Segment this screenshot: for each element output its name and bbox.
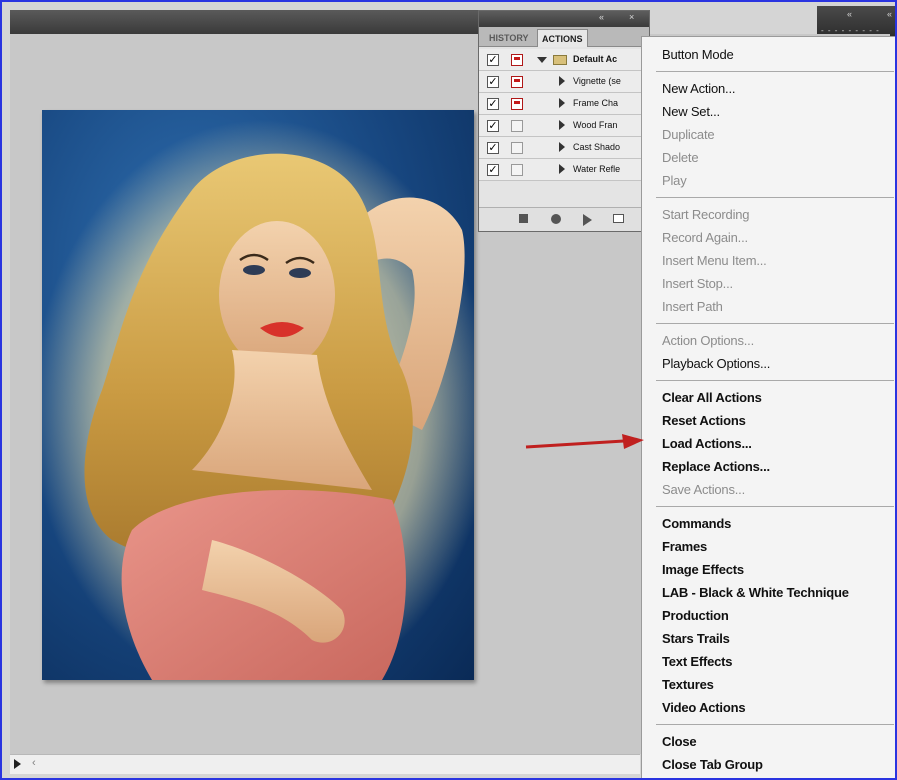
menu-item-play[interactable]: Play bbox=[662, 173, 687, 188]
stop-icon[interactable] bbox=[519, 214, 528, 223]
document-image bbox=[42, 110, 474, 680]
menu-item-insert-menu-item[interactable]: Insert Menu Item... bbox=[662, 253, 767, 268]
collapse-icon[interactable]: « bbox=[847, 9, 852, 19]
menu-item-replace-actions[interactable]: Replace Actions... bbox=[662, 459, 770, 474]
menu-item-video-actions[interactable]: Video Actions bbox=[662, 700, 746, 715]
menu-separator bbox=[656, 71, 894, 72]
menu-item-clear-all-actions[interactable]: Clear All Actions bbox=[662, 390, 762, 405]
menu-separator bbox=[656, 724, 894, 725]
menu-item-image-effects[interactable]: Image Effects bbox=[662, 562, 744, 577]
menu-item-record-again[interactable]: Record Again... bbox=[662, 230, 748, 245]
scroll-left-arrow-icon[interactable]: ‹ bbox=[32, 757, 36, 769]
dialog-toggle[interactable] bbox=[511, 54, 523, 66]
panel-header: « × bbox=[479, 11, 649, 27]
collapsed-panel-dock[interactable]: « « - - - - - - - - - bbox=[817, 6, 895, 36]
collapsed-triangle-icon[interactable] bbox=[559, 76, 565, 86]
panel-collapse-icon[interactable]: « bbox=[599, 12, 604, 22]
dialog-toggle[interactable] bbox=[511, 98, 523, 110]
annotation-arrow-icon bbox=[525, 434, 644, 449]
action-row[interactable]: ✓ Cast Shado bbox=[479, 137, 651, 159]
action-row[interactable]: ✓ Wood Fran bbox=[479, 115, 651, 137]
menu-item-new-action[interactable]: New Action... bbox=[662, 81, 735, 96]
menu-item-action-options[interactable]: Action Options... bbox=[662, 333, 754, 348]
include-checkbox[interactable]: ✓ bbox=[487, 164, 499, 176]
dialog-toggle[interactable] bbox=[511, 142, 523, 154]
record-icon[interactable] bbox=[551, 214, 561, 224]
collapsed-triangle-icon[interactable] bbox=[559, 164, 565, 174]
menu-item-frames[interactable]: Frames bbox=[662, 539, 707, 554]
action-row[interactable]: ✓ Water Refle bbox=[479, 159, 651, 181]
scroll-right-arrow-icon[interactable] bbox=[14, 759, 21, 769]
include-checkbox[interactable]: ✓ bbox=[487, 76, 499, 88]
panel-tabs: HISTORY ACTIONS bbox=[479, 27, 649, 47]
dialog-toggle[interactable] bbox=[511, 120, 523, 132]
actions-panel-menu: Button Mode New Action... New Set... Dup… bbox=[641, 36, 895, 778]
menu-item-close[interactable]: Close bbox=[662, 734, 697, 749]
expand-triangle-icon[interactable] bbox=[537, 57, 547, 63]
photoshop-window: « « - - - - - - - - - ‹ « × HISTORY ACTI… bbox=[0, 0, 897, 780]
collapse-icon-2[interactable]: « bbox=[887, 9, 892, 19]
menu-item-insert-path[interactable]: Insert Path bbox=[662, 299, 723, 314]
actions-panel: « × HISTORY ACTIONS ✓ Default Ac ✓ Vigne… bbox=[478, 10, 651, 232]
panel-footer bbox=[479, 207, 651, 231]
dialog-toggle[interactable] bbox=[511, 164, 523, 176]
menu-item-production[interactable]: Production bbox=[662, 608, 729, 623]
menu-separator bbox=[656, 506, 894, 507]
play-icon[interactable] bbox=[583, 214, 592, 226]
action-name: Wood Fran bbox=[573, 120, 618, 130]
action-name: Cast Shado bbox=[573, 142, 621, 152]
menu-item-insert-stop[interactable]: Insert Stop... bbox=[662, 276, 733, 291]
include-checkbox[interactable]: ✓ bbox=[487, 120, 499, 132]
tab-actions[interactable]: ACTIONS bbox=[537, 29, 588, 47]
action-row[interactable]: ✓ Frame Cha bbox=[479, 93, 651, 115]
menu-item-new-set[interactable]: New Set... bbox=[662, 104, 720, 119]
menu-item-load-actions[interactable]: Load Actions... bbox=[662, 436, 752, 451]
panel-close-icon[interactable]: × bbox=[629, 12, 634, 22]
action-row[interactable]: ✓ Vignette (se bbox=[479, 71, 651, 93]
include-checkbox[interactable]: ✓ bbox=[487, 98, 499, 110]
action-set-name: Default Ac bbox=[573, 54, 618, 64]
dialog-toggle[interactable] bbox=[511, 76, 523, 88]
collapsed-triangle-icon[interactable] bbox=[559, 120, 565, 130]
menu-item-lab-bw-technique[interactable]: LAB - Black & White Technique bbox=[662, 585, 849, 600]
menu-item-start-recording[interactable]: Start Recording bbox=[662, 207, 750, 222]
action-name: Water Refle bbox=[573, 164, 621, 174]
include-checkbox[interactable]: ✓ bbox=[487, 54, 499, 66]
menu-item-reset-actions[interactable]: Reset Actions bbox=[662, 413, 746, 428]
menu-item-duplicate[interactable]: Duplicate bbox=[662, 127, 715, 142]
menu-item-close-tab-group[interactable]: Close Tab Group bbox=[662, 757, 763, 772]
menu-item-text-effects[interactable]: Text Effects bbox=[662, 654, 733, 669]
document-title-bar bbox=[10, 10, 480, 34]
menu-item-delete[interactable]: Delete bbox=[662, 150, 699, 165]
collapsed-triangle-icon[interactable] bbox=[559, 98, 565, 108]
portrait-photo bbox=[42, 120, 474, 680]
collapsed-triangle-icon[interactable] bbox=[559, 142, 565, 152]
menu-separator bbox=[656, 323, 894, 324]
menu-separator bbox=[656, 197, 894, 198]
menu-item-save-actions[interactable]: Save Actions... bbox=[662, 482, 745, 497]
action-name: Vignette (se bbox=[573, 76, 621, 86]
menu-item-stars-trails[interactable]: Stars Trails bbox=[662, 631, 730, 646]
action-set-row[interactable]: ✓ Default Ac bbox=[479, 49, 651, 71]
action-name: Frame Cha bbox=[573, 98, 619, 108]
menu-item-button-mode[interactable]: Button Mode bbox=[662, 47, 734, 62]
menu-item-textures[interactable]: Textures bbox=[662, 677, 714, 692]
new-set-icon[interactable] bbox=[613, 214, 624, 223]
tab-history[interactable]: HISTORY bbox=[485, 29, 533, 47]
include-checkbox[interactable]: ✓ bbox=[487, 142, 499, 154]
horizontal-scrollbar[interactable]: ‹ bbox=[10, 754, 640, 774]
menu-item-commands[interactable]: Commands bbox=[662, 516, 731, 531]
folder-icon bbox=[553, 55, 567, 65]
menu-separator bbox=[656, 380, 894, 381]
menu-item-playback-options[interactable]: Playback Options... bbox=[662, 356, 770, 371]
